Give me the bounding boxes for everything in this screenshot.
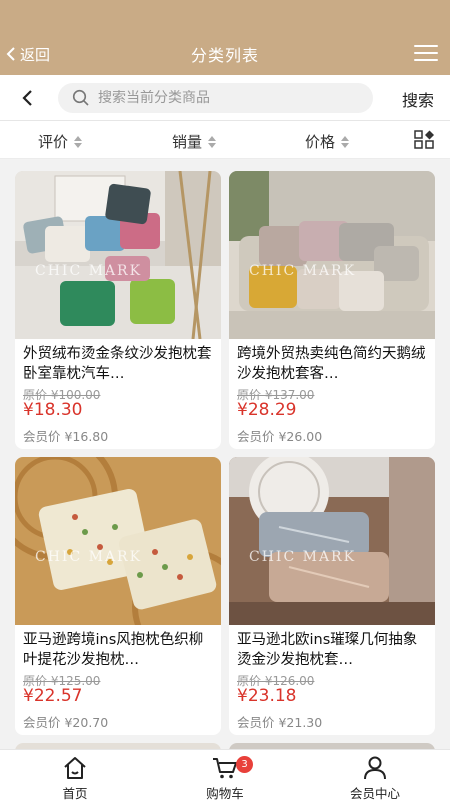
product-name: 跨境外贸热卖纯色简约天鹅绒沙发抱枕套客… [237,346,426,382]
sort-arrows-icon [208,135,217,148]
watermark: CHIC MARK [35,549,143,565]
product-price: ¥18.30 [23,400,83,420]
member-price: 会员价 ¥26.00 [237,429,323,444]
search-box[interactable] [58,83,373,113]
product-price: ¥23.18 [237,686,297,706]
sort-price[interactable]: 价格 [305,131,350,152]
watermark: CHIC MARK [35,263,143,279]
tab-label: 首页 [62,786,88,800]
bottom-tab-bar: 首页 购物车 3 会员中心 [0,749,450,800]
tab-member[interactable]: 会员中心 [320,752,430,800]
member-price: 会员价 ¥21.30 [237,715,323,730]
product-image: CHIC MARK [15,171,221,339]
sort-arrows-icon [341,135,350,148]
sort-bar: 评价 销量 价格 [0,121,450,159]
cart-count-badge: 3 [236,756,253,773]
sort-label: 价格 [305,133,336,151]
menu-icon[interactable] [414,45,438,62]
page-title: 分类列表 [190,46,259,65]
watermark: CHIC MARK [249,549,357,565]
product-image: CHIC MARK [229,457,435,625]
tab-label: 会员中心 [349,786,400,800]
product-name: 外贸绒布烫金条纹沙发抱枕套卧室靠枕汽车… [23,346,212,382]
grid-view-icon[interactable] [414,130,436,150]
user-icon [364,756,386,780]
search-input[interactable] [98,90,338,106]
product-card[interactable]: CHIC MARK 跨境外贸热卖纯色简约天鹅绒沙发抱枕套客… 原价 ¥137.0… [229,171,435,449]
product-card[interactable]: CHIC MARK 亚马逊跨境ins风抱枕色织柳叶提花沙发抱枕… 原价 ¥125… [15,457,221,735]
tab-cart[interactable]: 购物车 3 [170,752,280,800]
product-price: ¥22.57 [23,686,83,706]
product-card[interactable]: CHIC MARK 外贸绒布烫金条纹沙发抱枕套卧室靠枕汽车… 原价 ¥100.0… [15,171,221,449]
member-price: 会员价 ¥20.70 [23,715,109,730]
member-price: 会员价 ¥16.80 [23,429,109,444]
product-image: CHIC MARK [15,457,221,625]
cart-icon [213,758,237,779]
product-card[interactable]: CHIC MARK 亚马逊北欧ins璀璨几何抽象烫金沙发抱枕套… 原价 ¥126… [229,457,435,735]
sort-label: 销量 [172,133,203,151]
search-bar: 搜索 [0,75,450,121]
app-header: 返回 分类列表 [0,0,450,75]
sort-arrows-icon [74,135,83,148]
tab-label: 购物车 [206,786,244,800]
product-grid: CHIC MARK 外贸绒布烫金条纹沙发抱枕套卧室靠枕汽车… 原价 ¥100.0… [0,159,450,749]
sort-sales[interactable]: 销量 [172,131,217,152]
watermark: CHIC MARK [249,263,357,279]
search-button[interactable]: 搜索 [402,87,434,111]
home-icon [64,757,86,779]
product-price: ¥28.29 [237,400,297,420]
tab-home[interactable]: 首页 [20,752,130,800]
search-icon [72,89,89,106]
sort-rating[interactable]: 评价 [38,131,83,152]
product-name: 亚马逊跨境ins风抱枕色织柳叶提花沙发抱枕… [23,632,204,668]
product-name: 亚马逊北欧ins璀璨几何抽象烫金沙发抱枕套… [237,632,418,668]
product-image: CHIC MARK [229,171,435,339]
chevron-left-icon[interactable] [18,88,38,108]
sort-label: 评价 [38,133,69,151]
